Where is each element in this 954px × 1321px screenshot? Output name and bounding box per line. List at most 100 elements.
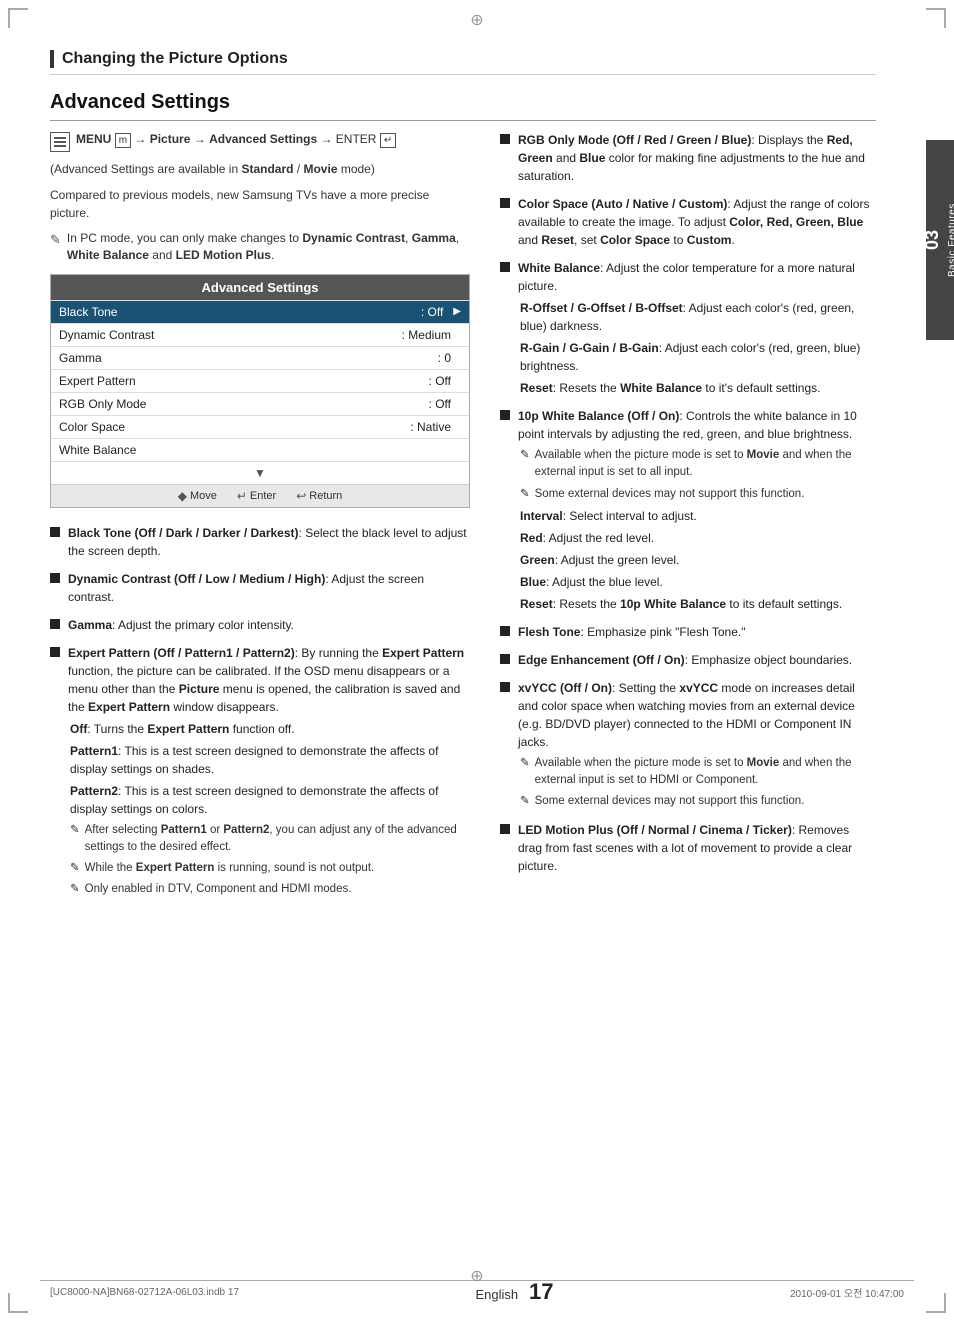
footer-return: ↩ Return bbox=[296, 489, 342, 503]
table-row-color-space: Color Space : Native bbox=[51, 415, 469, 438]
right-bullet-list: RGB Only Mode (Off / Red / Green / Blue)… bbox=[500, 131, 876, 875]
bullet-content-10p-white-balance: 10p White Balance (Off / On): Controls t… bbox=[518, 407, 876, 613]
xvycc-note-2: ✎ Some external devices may not support … bbox=[520, 793, 876, 810]
row-label-color-space: Color Space bbox=[59, 420, 410, 434]
wb-sub-2: R-Gain / G-Gain / B-Gain: Adjust each co… bbox=[520, 339, 876, 375]
intro-note: ✎ In PC mode, you can only make changes … bbox=[50, 230, 470, 264]
footer-page-number: 17 bbox=[529, 1279, 553, 1304]
heading-bar bbox=[50, 50, 54, 68]
row-value-expert-pattern: : Off bbox=[429, 374, 451, 388]
bullet-content-xvycc: xvYCC (Off / On): Setting the xvYCC mode… bbox=[518, 679, 876, 811]
subsection-title: Advanced Settings bbox=[50, 91, 876, 114]
left-bullet-list: Black Tone (Off / Dark / Darker / Darkes… bbox=[50, 524, 470, 899]
xvycc-note-text-2: Some external devices may not support th… bbox=[535, 793, 805, 810]
bullet-icon bbox=[50, 527, 60, 537]
note-text: In PC mode, you can only make changes to… bbox=[67, 230, 470, 264]
table-row-dynamic-contrast: Dynamic Contrast : Medium bbox=[51, 323, 469, 346]
row-label-expert-pattern: Expert Pattern bbox=[59, 374, 429, 388]
10pwb-note-2: ✎ Some external devices may not support … bbox=[520, 486, 876, 503]
footer-enter: ↵ Enter bbox=[237, 489, 276, 503]
bullet-content-edge-enhancement: Edge Enhancement (Off / On): Emphasize o… bbox=[518, 651, 876, 669]
bullet-color-space: Color Space (Auto / Native / Custom): Ad… bbox=[500, 195, 876, 249]
wb-sub-3: Reset: Resets the White Balance to it's … bbox=[520, 379, 876, 397]
note-icon: ✎ bbox=[520, 755, 530, 772]
row-value-rgb-only-mode: : Off bbox=[429, 397, 451, 411]
settings-table-header: Advanced Settings bbox=[51, 275, 469, 300]
note-icon: ✎ bbox=[520, 486, 530, 503]
settings-table: Advanced Settings Black Tone : Off ▶ Dyn… bbox=[50, 274, 470, 508]
bullet-content-color-space: Color Space (Auto / Native / Custom): Ad… bbox=[518, 195, 876, 249]
row-label-dynamic-contrast: Dynamic Contrast bbox=[59, 328, 402, 342]
expert-note-1: ✎ After selecting Pattern1 or Pattern2, … bbox=[70, 822, 470, 857]
bullet-black-tone: Black Tone (Off / Dark / Darker / Darkes… bbox=[50, 524, 470, 560]
bullet-xvycc: xvYCC (Off / On): Setting the xvYCC mode… bbox=[500, 679, 876, 811]
side-tab-number: 03 bbox=[922, 230, 943, 250]
intro-text-2: Compared to previous models, new Samsung… bbox=[50, 186, 470, 222]
row-label-black-tone: Black Tone bbox=[59, 305, 421, 319]
two-column-layout: MENU m → Picture → Advanced Settings → E… bbox=[50, 131, 876, 909]
footer-page-label: English bbox=[476, 1287, 519, 1302]
expert-note-text-2: While the Expert Pattern is running, sou… bbox=[85, 860, 375, 877]
row-value-dynamic-contrast: : Medium bbox=[402, 328, 451, 342]
menu-path-text: MENU m → Picture → Advanced Settings → E… bbox=[76, 131, 396, 148]
expert-sub-pattern1: Pattern1: This is a test screen designed… bbox=[70, 742, 470, 778]
bullet-icon bbox=[500, 654, 510, 664]
expert-note-3: ✎ Only enabled in DTV, Component and HDM… bbox=[70, 881, 470, 898]
table-row-more: ▼ bbox=[51, 461, 469, 484]
bullet-led-motion-plus: LED Motion Plus (Off / Normal / Cinema /… bbox=[500, 821, 876, 875]
subsection-line bbox=[50, 120, 876, 121]
footer-move-label: Move bbox=[190, 490, 217, 502]
crosshair-top-icon: ⊕ bbox=[470, 10, 483, 30]
side-tab: 03 Basic Features bbox=[926, 140, 954, 340]
xvycc-note-text-1: Available when the picture mode is set t… bbox=[535, 755, 876, 790]
col-right: RGB Only Mode (Off / Red / Green / Blue)… bbox=[500, 131, 876, 909]
page-container: ⊕ 03 Basic Features Changing the Picture… bbox=[0, 0, 954, 1321]
footer-return-label: Return bbox=[309, 490, 342, 502]
10pwb-sub-green: Green: Adjust the green level. bbox=[520, 551, 876, 569]
bullet-white-balance: White Balance: Adjust the color temperat… bbox=[500, 259, 876, 397]
10pwb-note-1: ✎ Available when the picture mode is set… bbox=[520, 447, 876, 482]
bullet-dynamic-contrast: Dynamic Contrast (Off / Low / Medium / H… bbox=[50, 570, 470, 606]
footer-date: 2010-09-01 오전 10:47:00 bbox=[790, 1285, 904, 1300]
bullet-content-black-tone: Black Tone (Off / Dark / Darker / Darkes… bbox=[68, 524, 470, 560]
page-footer: [UC8000-NA]BN68-02712A-06L03.indb 17 Eng… bbox=[0, 1279, 954, 1305]
10pwb-note-text-1: Available when the picture mode is set t… bbox=[535, 447, 876, 482]
expert-note-2: ✎ While the Expert Pattern is running, s… bbox=[70, 860, 470, 877]
bullet-content-flesh-tone: Flesh Tone: Emphasize pink "Flesh Tone." bbox=[518, 623, 876, 641]
move-icon: ◆ bbox=[178, 489, 187, 503]
10pwb-sub-interval: Interval: Select interval to adjust. bbox=[520, 507, 876, 525]
row-label-gamma: Gamma bbox=[59, 351, 438, 365]
table-row-gamma: Gamma : 0 bbox=[51, 346, 469, 369]
bullet-10p-white-balance: 10p White Balance (Off / On): Controls t… bbox=[500, 407, 876, 613]
bullet-content-rgb-only-mode: RGB Only Mode (Off / Red / Green / Blue)… bbox=[518, 131, 876, 185]
table-row-rgb-only-mode: RGB Only Mode : Off bbox=[51, 392, 469, 415]
settings-table-footer: ◆ Move ↵ Enter ↩ Return bbox=[51, 484, 469, 507]
bullet-flesh-tone: Flesh Tone: Emphasize pink "Flesh Tone." bbox=[500, 623, 876, 641]
expert-sub-pattern2: Pattern2: This is a test screen designed… bbox=[70, 782, 470, 818]
row-value-color-space: : Native bbox=[410, 420, 451, 434]
bullet-icon bbox=[50, 619, 60, 629]
bullet-edge-enhancement: Edge Enhancement (Off / On): Emphasize o… bbox=[500, 651, 876, 669]
10pwb-sub-blue: Blue: Adjust the blue level. bbox=[520, 573, 876, 591]
bullet-icon bbox=[500, 824, 510, 834]
row-label-rgb-only-mode: RGB Only Mode bbox=[59, 397, 429, 411]
bullet-icon bbox=[500, 410, 510, 420]
row-label-white-balance: White Balance bbox=[59, 443, 451, 457]
more-indicator: ▼ bbox=[254, 466, 266, 480]
10pwb-sub-reset: Reset: Resets the 10p White Balance to i… bbox=[520, 595, 876, 613]
bullet-content-gamma: Gamma: Adjust the primary color intensit… bbox=[68, 616, 470, 634]
row-value-black-tone: : Off bbox=[421, 305, 443, 319]
note-icon: ✎ bbox=[50, 231, 61, 249]
side-tab-text: Basic Features bbox=[947, 203, 954, 277]
bullet-content-expert-pattern: Expert Pattern (Off / Pattern1 / Pattern… bbox=[68, 644, 470, 899]
expert-note-text-3: Only enabled in DTV, Component and HDMI … bbox=[85, 881, 352, 898]
bullet-expert-pattern: Expert Pattern (Off / Pattern1 / Pattern… bbox=[50, 644, 470, 899]
table-row-black-tone: Black Tone : Off ▶ bbox=[51, 300, 469, 323]
xvycc-note-1: ✎ Available when the picture mode is set… bbox=[520, 755, 876, 790]
bullet-icon bbox=[500, 198, 510, 208]
bullet-icon bbox=[50, 647, 60, 657]
bullet-icon bbox=[500, 682, 510, 692]
section-title: Changing the Picture Options bbox=[62, 50, 288, 68]
note-icon: ✎ bbox=[520, 793, 530, 810]
main-content: Changing the Picture Options Advanced Se… bbox=[0, 0, 926, 969]
